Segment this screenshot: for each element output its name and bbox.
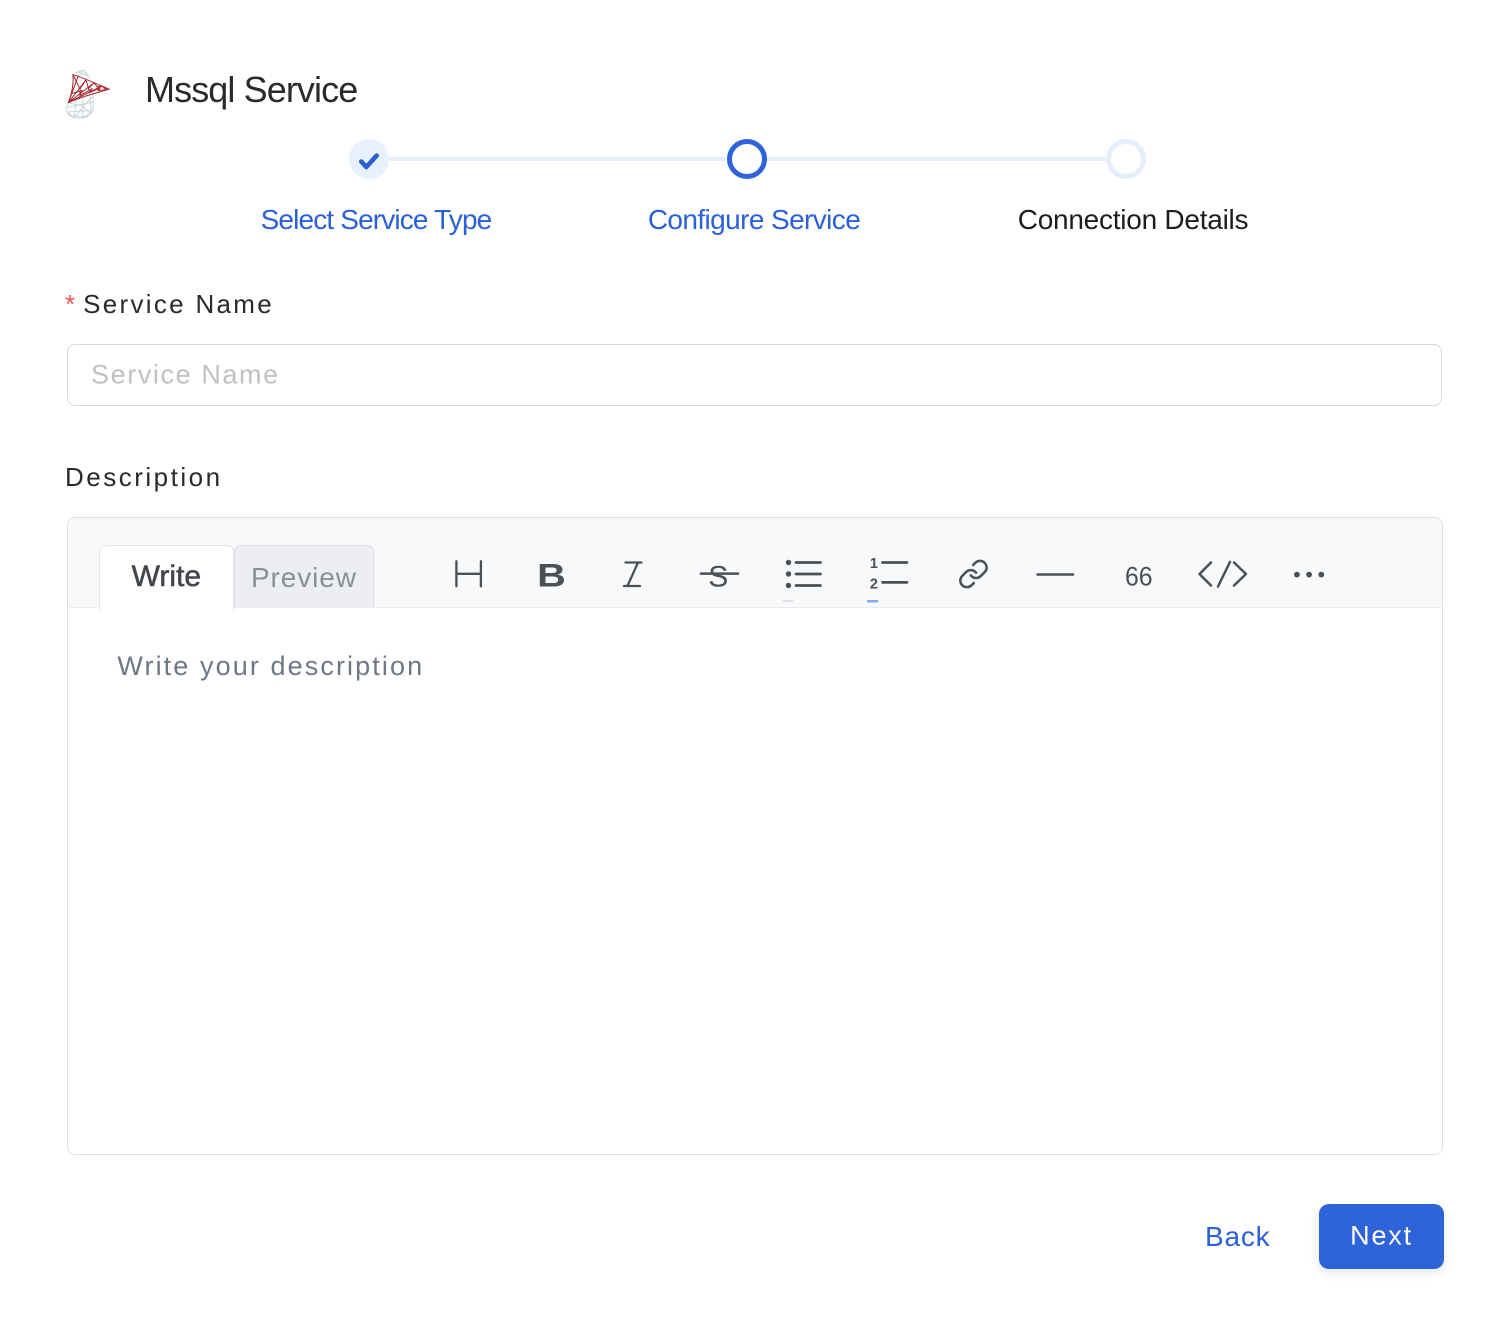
svg-text:1: 1 <box>870 556 878 572</box>
svg-text:B: B <box>537 557 566 593</box>
svg-text:S: S <box>708 560 728 593</box>
svg-text:2: 2 <box>870 576 878 592</box>
svg-text:66: 66 <box>1125 561 1153 591</box>
